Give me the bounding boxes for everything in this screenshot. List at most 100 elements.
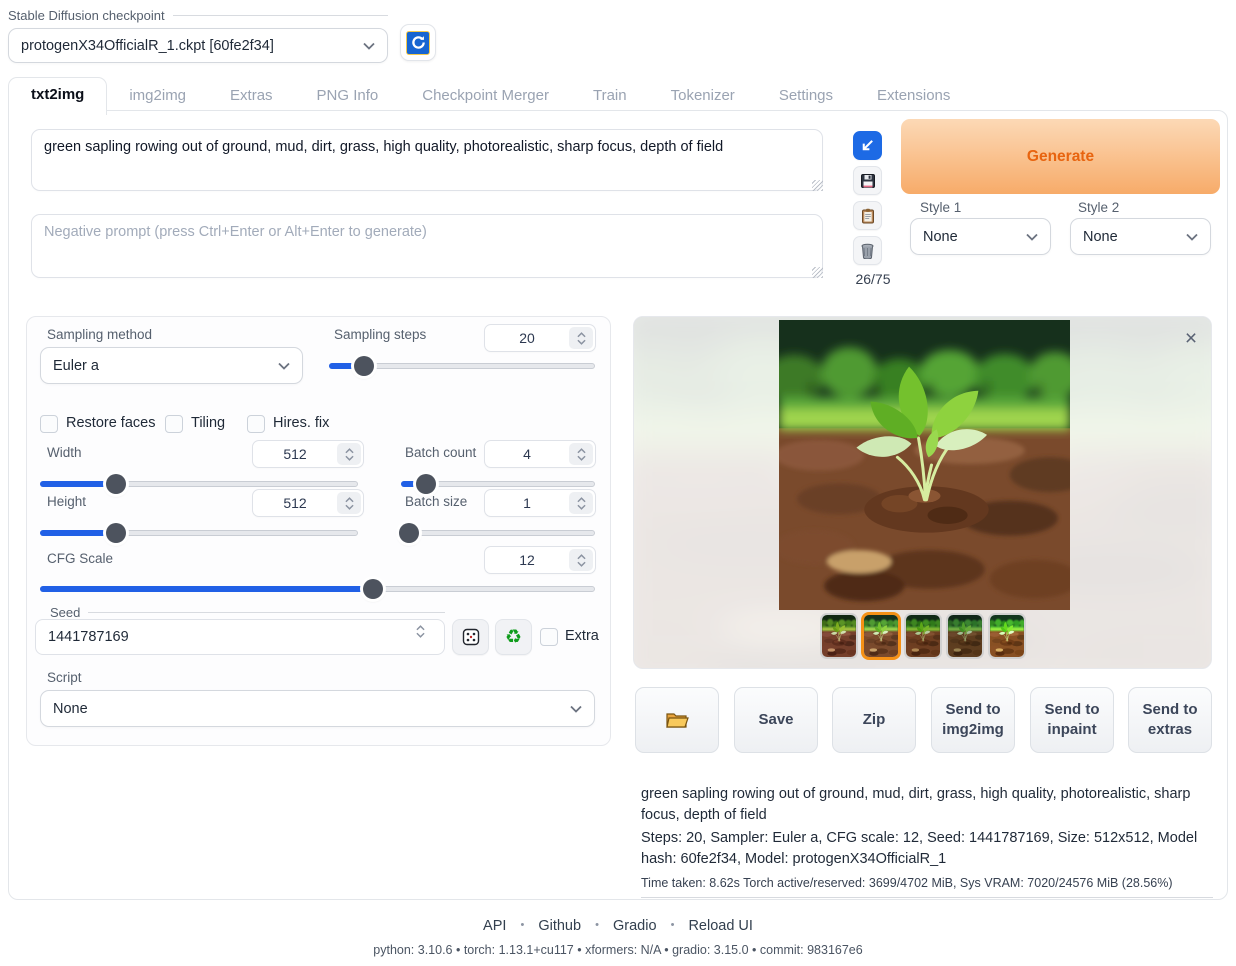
- footer-separator: •: [671, 919, 675, 931]
- paste-generation-params-button[interactable]: [853, 131, 882, 160]
- extra-seed-checkbox[interactable]: [540, 628, 558, 646]
- batch-count-value: 4: [485, 446, 569, 462]
- checkpoint-select[interactable]: protogenX34OfficialR_1.ckpt [60fe2f34]: [8, 28, 388, 63]
- random-seed-button[interactable]: [452, 619, 489, 655]
- apply-style-button[interactable]: [853, 201, 882, 230]
- tab-train[interactable]: Train: [571, 79, 649, 114]
- width-input[interactable]: 512: [252, 440, 364, 468]
- footer-separator: •: [595, 919, 599, 931]
- divider: [173, 15, 388, 16]
- chevron-down-icon: [570, 705, 582, 713]
- recycle-icon: ♻: [505, 628, 522, 647]
- tab-img2img[interactable]: img2img: [107, 79, 208, 114]
- height-label: Height: [47, 494, 86, 509]
- seed-label: Seed: [50, 605, 80, 620]
- thumbnail-2[interactable]: [862, 613, 900, 659]
- sampling-method-select[interactable]: Euler a: [40, 347, 303, 384]
- restore-faces-checkbox[interactable]: [40, 415, 58, 433]
- thumbnail-3[interactable]: [904, 613, 942, 659]
- footer-link-github[interactable]: Github: [538, 918, 581, 934]
- generation-params-panel: Sampling method Euler a Sampling steps 2…: [26, 316, 611, 746]
- tab-checkpoint-merger[interactable]: Checkpoint Merger: [400, 79, 571, 114]
- footer-link-reload-ui[interactable]: Reload UI: [688, 918, 752, 934]
- footer: API • Github • Gradio • Reload UI python…: [0, 918, 1236, 957]
- checkpoint-value: protogenX34OfficialR_1.ckpt [60fe2f34]: [21, 38, 274, 54]
- style2-select[interactable]: None: [1070, 218, 1211, 255]
- tab-png-info[interactable]: PNG Info: [295, 79, 401, 114]
- stepper-buttons[interactable]: [337, 492, 361, 514]
- save-button[interactable]: Save: [734, 687, 818, 753]
- stepper-buttons[interactable]: [569, 443, 593, 465]
- send-to-extras-button[interactable]: Send to extras: [1128, 687, 1212, 753]
- prompt-input[interactable]: green sapling rowing out of ground, mud,…: [31, 129, 823, 191]
- tab-extras[interactable]: Extras: [208, 79, 295, 114]
- thumbnail-4[interactable]: [946, 613, 984, 659]
- negative-prompt-input[interactable]: [31, 214, 823, 278]
- generated-image[interactable]: [779, 320, 1070, 610]
- stepper-buttons[interactable]: [569, 549, 593, 571]
- style1-value: None: [923, 229, 958, 245]
- folder-icon: [665, 710, 689, 730]
- sampling-steps-input[interactable]: 20: [484, 324, 596, 352]
- stepper-buttons[interactable]: [337, 443, 361, 465]
- stepper-buttons[interactable]: [416, 625, 440, 649]
- footer-link-api[interactable]: API: [483, 918, 506, 934]
- reuse-seed-button[interactable]: ♻: [495, 619, 532, 655]
- sampling-method-label: Sampling method: [47, 327, 152, 342]
- generate-button[interactable]: Generate: [901, 119, 1220, 194]
- send-to-img2img-button[interactable]: Send to img2img: [931, 687, 1015, 753]
- tab-tokenizer[interactable]: Tokenizer: [649, 79, 757, 114]
- clipboard-icon: [860, 208, 876, 224]
- hires-fix-label: Hires. fix: [273, 415, 329, 431]
- height-input[interactable]: 512: [252, 489, 364, 517]
- seed-input[interactable]: 1441787169: [35, 619, 445, 655]
- sampling-steps-label: Sampling steps: [334, 327, 426, 342]
- chevron-down-icon: [1186, 233, 1198, 241]
- send-to-inpaint-button[interactable]: Send to inpaint: [1030, 687, 1114, 753]
- thumbnail-1[interactable]: [820, 613, 858, 659]
- height-slider[interactable]: [40, 524, 358, 542]
- batch-count-input[interactable]: 4: [484, 440, 596, 468]
- tiling-label: Tiling: [191, 415, 225, 431]
- hires-fix-checkbox[interactable]: [247, 415, 265, 433]
- batch-size-value: 1: [485, 495, 569, 511]
- tab-settings[interactable]: Settings: [757, 79, 855, 114]
- style1-select[interactable]: None: [910, 218, 1051, 255]
- footer-separator: •: [520, 919, 524, 931]
- clear-prompt-button[interactable]: [853, 236, 882, 265]
- script-label: Script: [47, 670, 82, 685]
- resize-grip[interactable]: [812, 180, 823, 191]
- script-value: None: [53, 701, 88, 717]
- geninfo-prompt: green sapling rowing out of ground, mud,…: [641, 784, 1213, 826]
- gallery-thumbnails: [820, 613, 1026, 659]
- tab-txt2img[interactable]: txt2img: [8, 77, 107, 115]
- cfg-scale-input[interactable]: 12: [484, 546, 596, 574]
- close-gallery-button[interactable]: ×: [1179, 327, 1203, 351]
- batch-size-input[interactable]: 1: [484, 489, 596, 517]
- sampling-method-value: Euler a: [53, 358, 99, 374]
- footer-link-gradio[interactable]: Gradio: [613, 918, 657, 934]
- stepper-buttons[interactable]: [569, 492, 593, 514]
- footer-env-info: python: 3.10.6 • torch: 1.13.1+cu117 • x…: [0, 943, 1236, 957]
- width-label: Width: [47, 445, 82, 460]
- restore-faces-label: Restore faces: [66, 415, 155, 431]
- open-folder-button[interactable]: [635, 687, 719, 753]
- batch-count-label: Batch count: [405, 445, 476, 460]
- batch-size-slider[interactable]: [401, 524, 595, 542]
- zip-button[interactable]: Zip: [832, 687, 916, 753]
- checkpoint-block: Stable Diffusion checkpoint protogenX34O…: [8, 8, 388, 63]
- divider: [88, 612, 445, 613]
- arrow-down-left-icon: [860, 138, 875, 153]
- tab-extensions[interactable]: Extensions: [855, 79, 972, 114]
- style2-label: Style 2: [1078, 200, 1119, 215]
- script-select[interactable]: None: [40, 690, 595, 727]
- stepper-buttons[interactable]: [569, 327, 593, 349]
- sampling-steps-slider[interactable]: [329, 357, 595, 375]
- resize-grip[interactable]: [812, 267, 823, 278]
- refresh-checkpoint-button[interactable]: [400, 24, 436, 61]
- floppy-disk-icon: [860, 173, 876, 189]
- thumbnail-5[interactable]: [988, 613, 1026, 659]
- tiling-checkbox[interactable]: [165, 415, 183, 433]
- save-style-button[interactable]: [853, 166, 882, 195]
- cfg-scale-slider[interactable]: [40, 580, 595, 598]
